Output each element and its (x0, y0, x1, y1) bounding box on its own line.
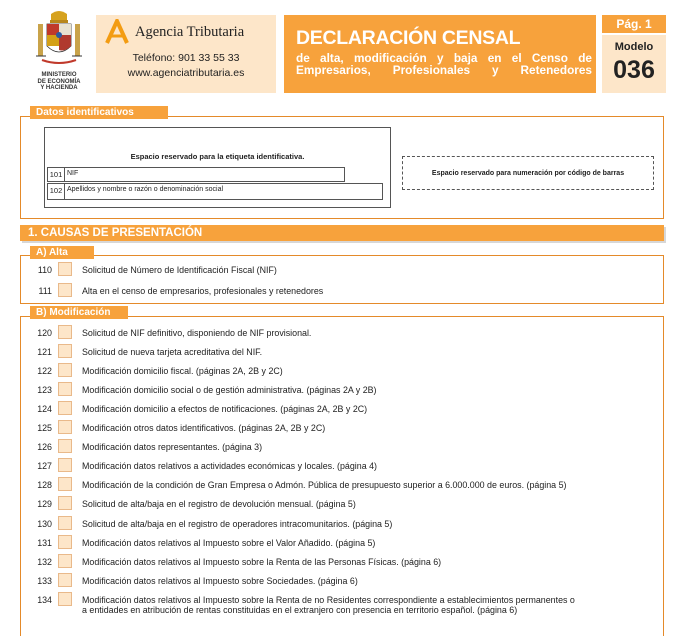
item-label: Modificación datos relativos al Impuesto… (82, 575, 358, 586)
alta-tab: A) Alta (30, 246, 94, 259)
agency-logo-icon (105, 19, 129, 44)
coat-of-arms-icon (36, 11, 82, 64)
item-label: Modificación datos relativos a actividad… (82, 461, 377, 472)
item-number: 128 (37, 480, 52, 491)
item-label: Modificación datos representantes. (pági… (82, 442, 263, 453)
field-number: 102 (48, 184, 65, 199)
nif-field[interactable]: 101 NIF (47, 167, 345, 182)
item-label: Solicitud de alta/baja en el registro de… (82, 518, 393, 529)
item-label: Modificación de la condición de Gran Emp… (82, 480, 567, 491)
declaration-title: DECLARACIÓN CENSAL (296, 27, 521, 49)
section-title: 1. CAUSAS DE PRESENTACIÓN (20, 225, 664, 241)
checkbox[interactable] (58, 262, 72, 276)
item-label: Modificación datos relativos al Impuesto… (82, 537, 376, 548)
checkbox[interactable] (58, 344, 72, 359)
item-number: 110 (37, 265, 52, 275)
barcode-reserved-box: Espacio reservado para numeración por có… (402, 156, 654, 190)
item-number: 133 (37, 575, 52, 586)
checkbox[interactable] (58, 363, 72, 378)
item-label: Modificación otros datos identificativos… (82, 423, 326, 434)
ministry-name: MINISTERIO DE ECONOMÍA Y HACIENDA (26, 72, 92, 92)
checkbox[interactable] (58, 325, 72, 339)
item-number: 134 (37, 594, 52, 605)
label-reserved-text: Espacio reservado para la etiqueta ident… (130, 152, 305, 161)
item-number: 126 (37, 442, 52, 453)
item-label: Modificación datos relativos al Impuesto… (82, 594, 575, 616)
agency-website[interactable]: www.agenciatributaria.es (96, 67, 276, 79)
checkbox[interactable] (58, 458, 72, 473)
item-number: 121 (37, 347, 52, 358)
item-number: 120 (37, 328, 52, 338)
checkbox[interactable] (58, 477, 72, 492)
item-label: Solicitud de NIF definitivo, disponiendo… (82, 328, 312, 338)
modelo-number: 036 (613, 56, 655, 84)
item-number: 132 (37, 556, 52, 567)
checkbox[interactable] (58, 515, 72, 530)
item-label: Modificación domicilio a efectos de noti… (82, 404, 368, 415)
checkbox[interactable] (58, 591, 72, 606)
item-number: 124 (37, 404, 52, 415)
item-label: Modificación datos relativos al Impuesto… (82, 556, 442, 567)
item-label: Solicitud de alta/baja en el registro de… (82, 499, 356, 510)
item-label: Modificación domicilio social o de gesti… (82, 385, 377, 396)
ministry-line: Y HACIENDA (40, 85, 78, 91)
checkbox[interactable] (58, 401, 72, 416)
modificacion-frame (20, 316, 664, 636)
name-field[interactable]: 102 Apellidos y nombre o razón o denomin… (47, 183, 383, 200)
item-number: 130 (37, 518, 52, 529)
item-number: 125 (37, 423, 52, 434)
checkbox[interactable] (58, 382, 72, 397)
field-label: Apellidos y nombre o razón o denominació… (67, 186, 224, 193)
item-number: 123 (37, 385, 52, 396)
checkbox[interactable] (58, 496, 72, 511)
checkbox[interactable] (58, 283, 72, 297)
checkbox[interactable] (58, 534, 72, 549)
item-label: Solicitud de Número de Identificación Fi… (82, 265, 277, 275)
checkbox[interactable] (58, 420, 72, 435)
modelo-label: Modelo (614, 41, 654, 53)
field-label: NIF (67, 170, 79, 177)
item-number: 131 (37, 537, 52, 548)
declaration-subtitle: de alta, modificación y baja en el Censo… (296, 51, 592, 77)
checkbox[interactable] (58, 553, 72, 568)
checkbox[interactable] (58, 572, 72, 587)
datos-tab: Datos identificativos (30, 106, 168, 119)
field-number: 101 (48, 168, 65, 181)
item-label: Alta en el censo de empresarios, profesi… (82, 286, 324, 296)
agency-name: Agencia Tributaria (135, 24, 245, 40)
item-label: Modificación domicilio fiscal. (páginas … (82, 366, 283, 377)
agency-phone: Teléfono: 901 33 55 33 (132, 52, 240, 64)
checkbox[interactable] (58, 439, 72, 454)
item-number: 122 (37, 366, 52, 377)
item-number: 127 (37, 461, 52, 472)
item-number: 111 (38, 286, 53, 296)
item-label: Solicitud de nueva tarjeta acreditativa … (82, 347, 263, 358)
alta-frame (20, 255, 664, 304)
page-number: Pág. 1 (602, 15, 666, 33)
modificacion-tab: B) Modificación (30, 306, 128, 319)
item-number: 129 (37, 499, 52, 510)
